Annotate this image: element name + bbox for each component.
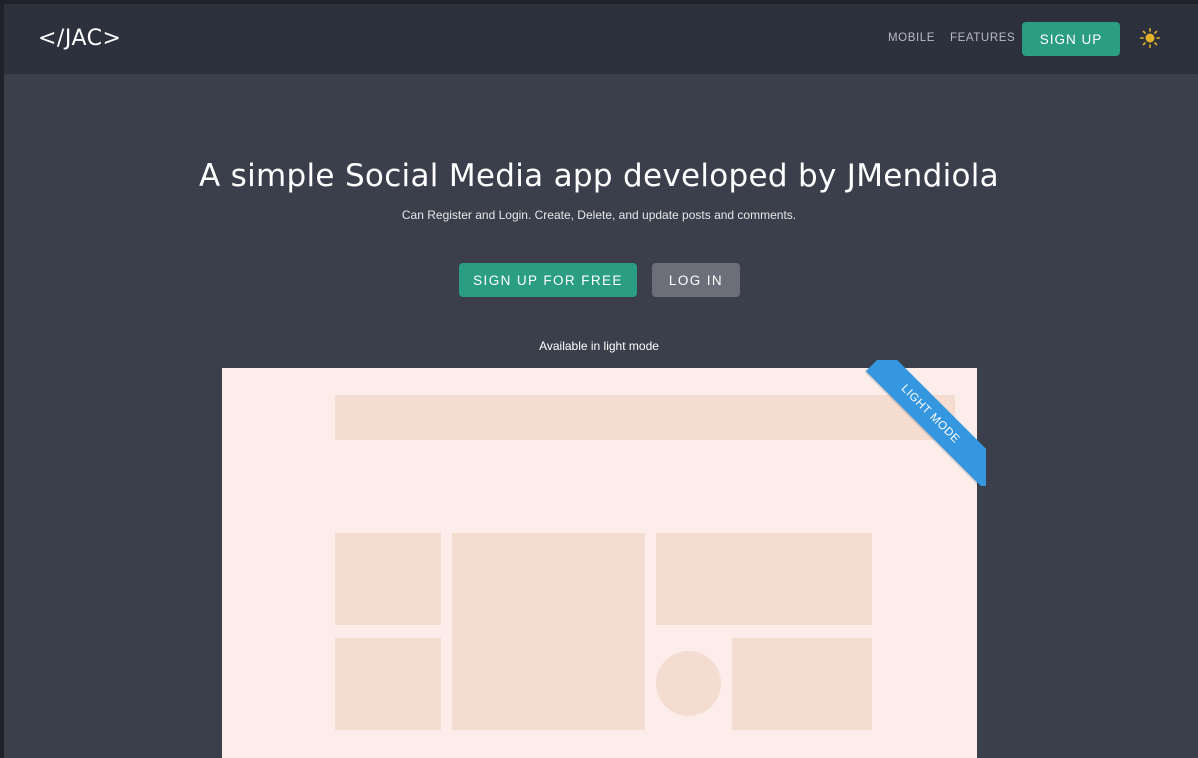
brand-logo[interactable]: </JAC>	[38, 26, 121, 51]
sun-icon[interactable]	[1140, 28, 1160, 48]
preview-card-placeholder	[335, 533, 441, 625]
ribbon-label: LIGHT MODE	[898, 382, 962, 446]
preview-card-placeholder	[452, 533, 645, 730]
preview-card-placeholder	[732, 638, 872, 730]
availability-note: Available in light mode	[539, 339, 659, 353]
preview-card-placeholder	[656, 533, 872, 625]
hero-title: A simple Social Media app developed by J…	[199, 158, 999, 194]
signup-for-free-button[interactable]: SIGN UP FOR FREE	[459, 263, 637, 297]
nav-link-mobile[interactable]: MOBILE	[888, 32, 935, 44]
preview-card-placeholder	[335, 638, 441, 730]
signup-button[interactable]: SIGN UP	[1022, 22, 1120, 56]
light-mode-ribbon: LIGHT MODE	[858, 360, 986, 486]
nav-link-features[interactable]: FEATURES	[950, 32, 1015, 44]
ribbon-band: LIGHT MODE	[865, 360, 986, 486]
preview-avatar-placeholder	[656, 651, 721, 716]
hero-subtitle: Can Register and Login. Create, Delete, …	[401, 208, 797, 222]
top-navbar: </JAC> MOBILE FEATURES SIGN UP	[4, 4, 1198, 74]
login-button[interactable]: LOG IN	[652, 263, 740, 297]
